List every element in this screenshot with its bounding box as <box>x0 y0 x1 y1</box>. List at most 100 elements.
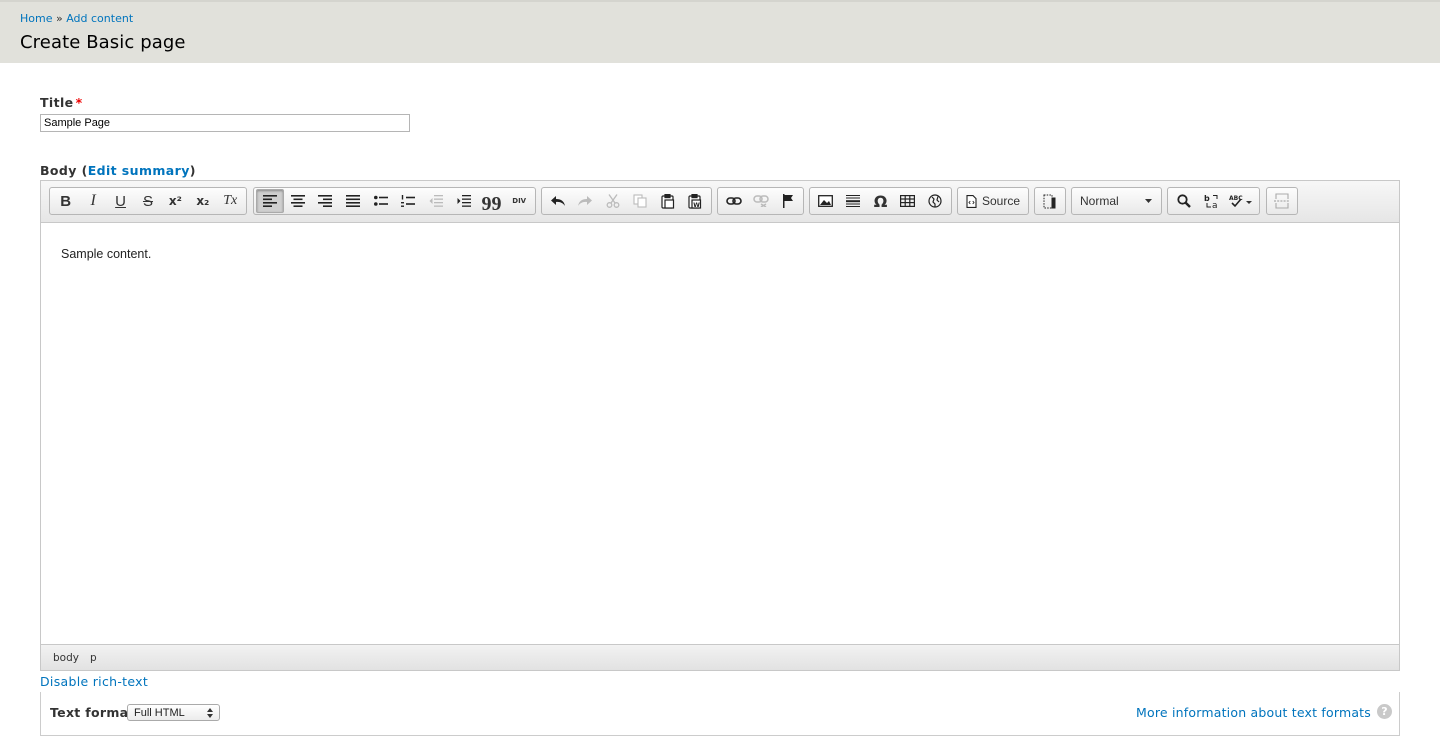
image-icon <box>818 195 834 207</box>
page: Home » Add content Create Basic page Tit… <box>0 0 1440 751</box>
body-label: Body (Edit summary) <box>40 163 196 178</box>
format-dropdown-value: Normal <box>1080 194 1119 208</box>
bold-icon: B <box>60 192 72 210</box>
div-icon: DIV <box>512 196 527 205</box>
undo-button[interactable] <box>544 189 572 213</box>
strikethrough-button[interactable]: S <box>134 189 161 213</box>
text-format-wrapper: Text format Full HTML More information a… <box>40 692 1400 736</box>
justify-icon <box>345 195 360 207</box>
create-div-button[interactable]: DIV <box>505 189 533 213</box>
svg-text:ABC: ABC <box>1229 195 1243 202</box>
replace-button[interactable]: ba <box>1198 189 1226 213</box>
source-icon <box>966 194 977 208</box>
align-right-button[interactable] <box>311 189 339 213</box>
redo-button[interactable] <box>572 189 600 213</box>
show-blocks-icon <box>1043 194 1056 208</box>
paste-from-word-icon: W <box>688 193 702 208</box>
title-label-text: Title <box>40 95 74 110</box>
italic-icon: I <box>90 192 96 209</box>
toolbar-group-editing: ba ABC <box>1167 187 1260 215</box>
remove-format-icon: Tx <box>223 193 238 208</box>
content-paragraph[interactable]: Sample content. <box>61 247 151 261</box>
toolbar-group-links <box>717 187 804 215</box>
justify-button[interactable] <box>339 189 367 213</box>
path-p[interactable]: p <box>90 652 97 664</box>
superscript-icon: x² <box>168 194 182 208</box>
table-button[interactable] <box>894 189 921 213</box>
special-character-button[interactable]: Ω <box>867 189 894 213</box>
disable-rich-text-link[interactable]: Disable rich-text <box>40 674 148 689</box>
replace-icon: ba <box>1204 194 1218 209</box>
text-format-select[interactable]: Full HTML <box>127 704 220 721</box>
bulleted-list-icon <box>373 195 388 206</box>
link-button[interactable] <box>720 189 747 213</box>
spellcheck-icon: ABC <box>1229 195 1253 208</box>
indent-icon <box>457 195 471 207</box>
element-path-bar: body p <box>41 644 1399 670</box>
anchor-button[interactable] <box>774 189 801 213</box>
paste-button[interactable] <box>654 189 682 213</box>
edit-summary-link[interactable]: Edit summary <box>88 163 190 178</box>
svg-text:a: a <box>1212 201 1218 209</box>
link-icon <box>725 197 742 205</box>
italic-button[interactable]: I <box>79 189 106 213</box>
cut-button[interactable] <box>599 189 627 213</box>
image-button[interactable] <box>812 189 839 213</box>
format-dropdown[interactable]: Normal <box>1072 189 1160 213</box>
toolbar-group-source: Source <box>957 187 1029 215</box>
copy-button[interactable] <box>627 189 655 213</box>
omega-icon: Ω <box>873 191 888 211</box>
superscript-button[interactable]: x² <box>162 189 189 213</box>
undo-icon <box>550 196 565 206</box>
bold-button[interactable]: B <box>52 189 79 213</box>
subscript-icon: x₂ <box>196 194 210 208</box>
editor-toolbar: B I U S x² x₂ Tx 99 DIV W Ω Source Norma… <box>41 181 1399 223</box>
title-input[interactable] <box>40 114 410 132</box>
align-center-button[interactable] <box>284 189 312 213</box>
subscript-button[interactable]: x₂ <box>189 189 216 213</box>
underline-icon: U <box>115 192 126 210</box>
numbered-list-button[interactable] <box>395 189 423 213</box>
breadcrumb-home-link[interactable]: Home <box>20 12 52 25</box>
horizontal-rule-icon <box>846 195 861 207</box>
search-icon <box>1177 194 1191 208</box>
unlink-button[interactable] <box>747 189 774 213</box>
outdent-button[interactable] <box>422 189 450 213</box>
source-label: Source <box>982 194 1021 208</box>
iframe-button[interactable] <box>922 189 949 213</box>
copy-icon <box>633 194 647 208</box>
breadcrumb-add-content-link[interactable]: Add content <box>66 12 133 25</box>
page-break-icon <box>1274 193 1290 209</box>
show-blocks-button[interactable] <box>1037 189 1063 213</box>
toolbar-group-tools <box>1266 187 1298 215</box>
redo-icon <box>578 196 593 206</box>
remove-format-button[interactable]: Tx <box>217 189 244 213</box>
unlink-icon <box>752 195 769 207</box>
blockquote-icon: 99 <box>481 193 502 215</box>
toolbar-group-basicstyles: B I U S x² x₂ Tx <box>49 187 247 215</box>
source-button[interactable]: Source <box>960 189 1026 213</box>
svg-text:W: W <box>693 201 700 208</box>
select-arrows-icon <box>207 707 213 718</box>
underline-button[interactable]: U <box>107 189 134 213</box>
globe-icon <box>928 194 942 208</box>
align-left-icon <box>262 195 277 207</box>
required-marker: * <box>75 95 83 110</box>
toolbar-group-format: Normal <box>1071 187 1162 215</box>
help-icon[interactable]: ? <box>1377 704 1392 719</box>
body-paren-close: ) <box>189 163 196 178</box>
bulleted-list-button[interactable] <box>367 189 395 213</box>
editor-content-area[interactable]: Sample content. <box>41 223 1399 644</box>
indent-button[interactable] <box>450 189 478 213</box>
find-button[interactable] <box>1170 189 1198 213</box>
horizontal-rule-button[interactable] <box>839 189 866 213</box>
align-center-icon <box>290 195 305 207</box>
paste-from-word-button[interactable]: W <box>682 189 710 213</box>
path-body[interactable]: body <box>53 652 79 664</box>
align-left-button[interactable] <box>256 189 284 213</box>
more-info-text-formats-link[interactable]: More information about text formats <box>1136 705 1371 720</box>
table-icon <box>900 195 916 207</box>
page-break-button[interactable] <box>1269 189 1295 213</box>
spellcheck-button[interactable]: ABC <box>1225 189 1257 213</box>
blockquote-button[interactable]: 99 <box>478 189 506 215</box>
